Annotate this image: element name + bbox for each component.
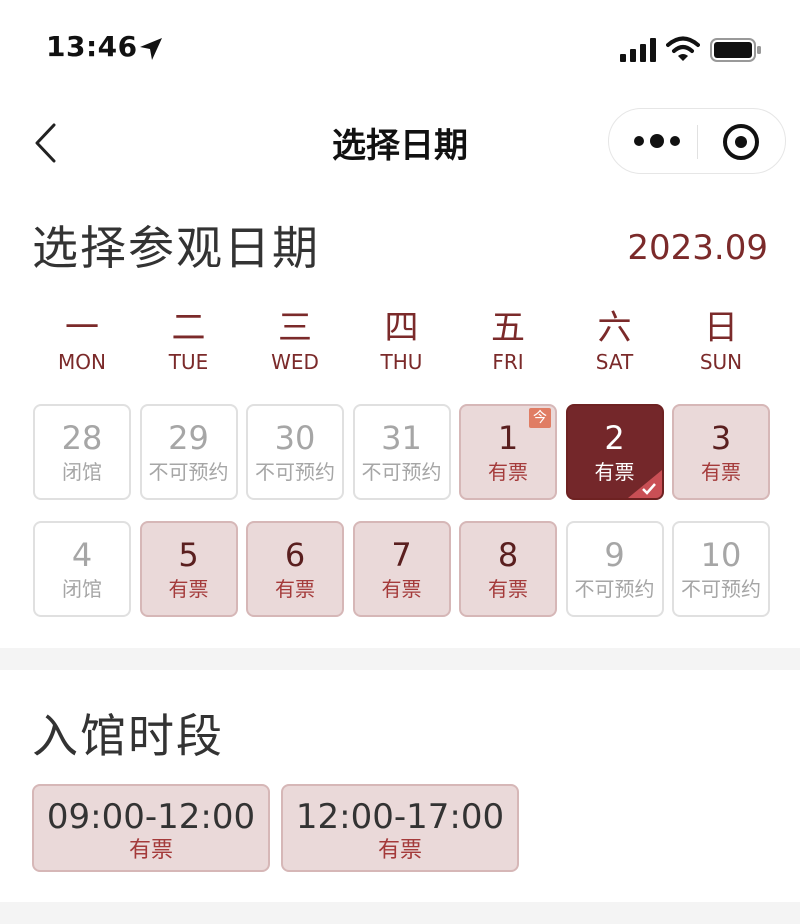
weekday-en-label: TUE	[168, 350, 209, 374]
day-cell-10[interactable]: 10 不可预约	[672, 521, 770, 617]
battery-icon	[710, 38, 761, 62]
location-arrow-icon	[140, 38, 162, 60]
weekday-sat: 六 SAT	[566, 308, 664, 374]
time-slot-title: 入馆时段	[32, 709, 224, 763]
day-cell-9[interactable]: 9 不可预约	[565, 521, 664, 617]
day-cell-4[interactable]: 4 闭馆	[33, 521, 131, 617]
weekday-tue: 二 TUE	[140, 308, 238, 374]
weekday-cn-label: 三	[278, 308, 312, 348]
time-slot-range: 12:00-17:00	[295, 797, 505, 837]
day-cell-1[interactable]: 1 有票今	[459, 404, 557, 500]
weekday-cn-label: 五	[491, 308, 525, 348]
day-status: 不可预约	[148, 460, 229, 484]
day-status: 不可预约	[255, 460, 335, 484]
day-number: 31	[381, 419, 422, 457]
today-badge: 今	[529, 408, 551, 428]
month-label: 2023.09	[627, 228, 768, 268]
day-number: 10	[700, 536, 742, 574]
signal-icon	[620, 38, 656, 62]
time-slot-1[interactable]: 09:00-12:00 有票	[32, 784, 270, 872]
weekday-en-label: SUN	[699, 350, 743, 374]
day-status: 不可预约	[361, 460, 442, 484]
day-number: 2	[604, 419, 625, 457]
weekday-en-label: MON	[58, 350, 106, 374]
day-status: 有票	[488, 460, 528, 484]
day-cell-8[interactable]: 8 有票	[459, 521, 557, 617]
time-slot-status: 有票	[377, 838, 422, 863]
weekday-cn-label: 四	[384, 308, 419, 348]
day-cell-28[interactable]: 28 闭馆	[33, 404, 131, 500]
calendar-section-title: 选择参观日期	[32, 221, 320, 275]
weekday-cn-label: 二	[171, 308, 206, 348]
day-cell-30[interactable]: 30 不可预约	[246, 404, 344, 500]
selected-check-icon	[627, 470, 662, 498]
time-slot-range: 09:00-12:00	[46, 797, 256, 837]
day-cell-31[interactable]: 31 不可预约	[352, 404, 451, 500]
target-circle-icon[interactable]	[721, 122, 761, 162]
weekday-en-label: THU	[380, 350, 423, 374]
weekday-cn-label: 六	[597, 308, 632, 348]
day-cell-5[interactable]: 5 有票	[139, 521, 238, 617]
day-number: 7	[391, 536, 412, 574]
day-number: 6	[284, 536, 306, 574]
capsule-divider	[697, 125, 698, 159]
weekday-mon: 一 MON	[33, 308, 131, 374]
mini-program-capsule	[608, 108, 786, 174]
day-number: 30	[274, 419, 316, 457]
day-status: 有票	[701, 460, 741, 484]
section-divider	[0, 648, 800, 670]
day-number: 28	[61, 419, 103, 457]
day-status: 有票	[488, 577, 528, 601]
day-status: 有票	[168, 577, 209, 601]
weekday-cn-label: 日	[704, 308, 738, 348]
day-cell-29[interactable]: 29 不可预约	[139, 404, 238, 500]
more-dots-icon[interactable]	[631, 130, 683, 152]
weekday-wed: 三 WED	[246, 308, 344, 374]
day-status: 有票	[275, 577, 315, 601]
wifi-icon	[666, 36, 700, 61]
weekday-cn-label: 一	[65, 308, 99, 348]
day-number: 9	[604, 536, 625, 574]
weekday-thu: 四 THU	[353, 308, 451, 374]
day-cell-7[interactable]: 7 有票	[352, 521, 451, 617]
day-number: 4	[71, 536, 93, 574]
status-bar: 13:46	[0, 0, 800, 100]
weekday-fri: 五 FRI	[459, 308, 557, 374]
weekday-en-label: WED	[271, 350, 319, 374]
day-status: 不可预约	[574, 577, 655, 601]
day-number: 8	[497, 536, 519, 574]
day-status: 闭馆	[62, 577, 102, 601]
day-status: 闭馆	[62, 460, 102, 484]
day-status: 不可预约	[681, 577, 761, 601]
day-number: 29	[168, 419, 209, 457]
day-status: 有票	[381, 577, 422, 601]
day-number: 3	[710, 419, 732, 457]
day-cell-2[interactable]: 2 有票	[565, 404, 664, 500]
status-time: 13:46	[46, 30, 138, 63]
time-slot-status: 有票	[128, 838, 173, 863]
day-cell-3[interactable]: 3 有票	[672, 404, 770, 500]
day-number: 5	[178, 536, 199, 574]
weekday-en-label: FRI	[492, 350, 524, 374]
time-slot-2[interactable]: 12:00-17:00 有票	[281, 784, 519, 872]
weekday-en-label: SAT	[595, 350, 634, 374]
day-cell-6[interactable]: 6 有票	[246, 521, 344, 617]
weekday-sun: 日 SUN	[672, 308, 770, 374]
section-divider-bottom	[0, 902, 800, 924]
